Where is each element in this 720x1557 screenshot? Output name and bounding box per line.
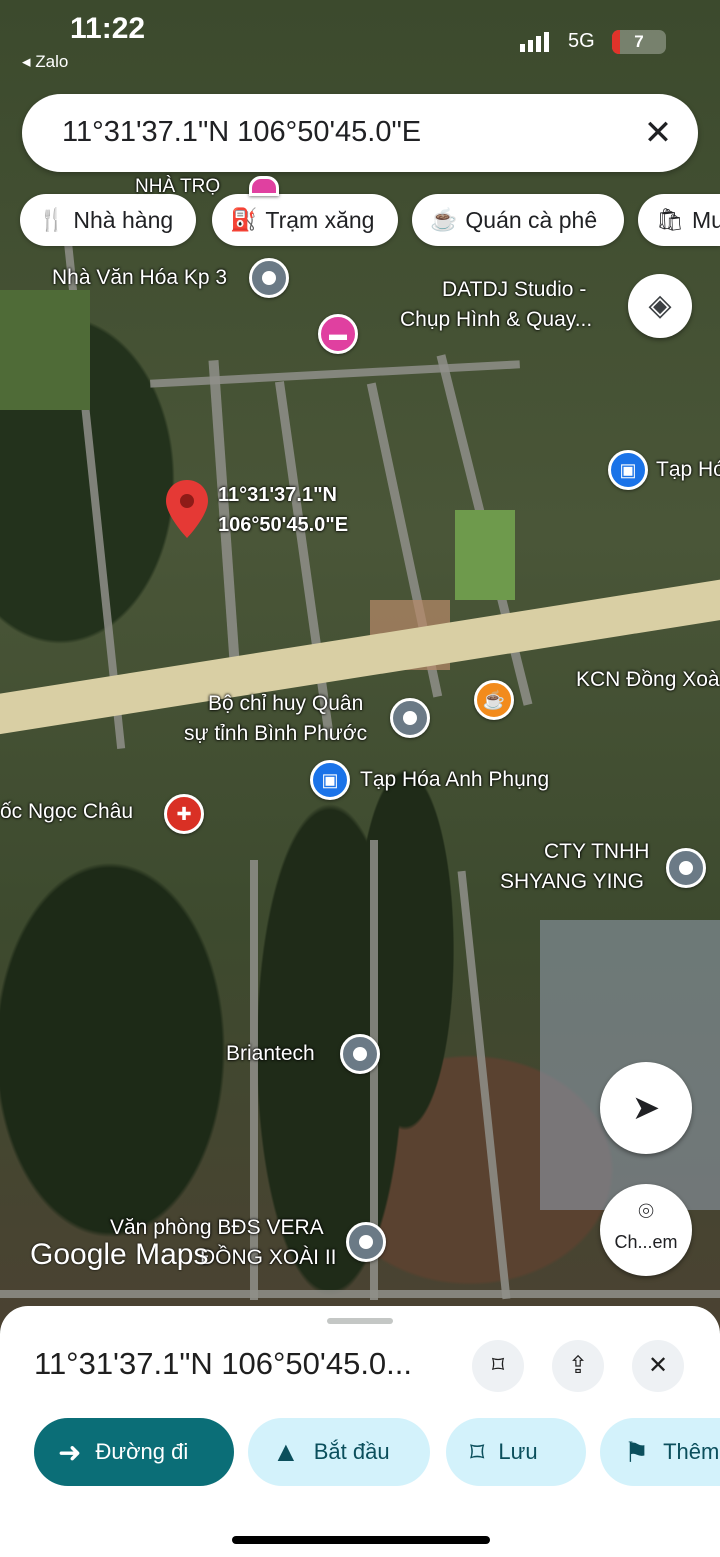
field — [0, 290, 90, 410]
pin-label-lng: 106°50'45.0"E — [218, 514, 349, 536]
camera-lens-icon: ⌾ — [638, 1196, 654, 1226]
place-label[interactable]: Nhà Văn Hóa Kp 3 — [52, 266, 227, 290]
restaurant-icon: 🍴 — [38, 207, 66, 232]
place-label[interactable]: SHYANG YING — [500, 870, 644, 894]
shopping-bag-icon[interactable]: ▣ — [310, 760, 350, 800]
navigation-arrow-icon: ➤ — [631, 1089, 661, 1127]
start-button[interactable]: ▲ Bắt đầu — [248, 1418, 430, 1486]
coffee-icon[interactable]: ☕ — [474, 680, 514, 720]
chip-shopping[interactable]: 🛍 Mu — [638, 194, 720, 246]
place-label[interactable]: KCN Đồng Xoà — [576, 668, 720, 692]
place-label[interactable]: Chụp Hình & Quay... — [400, 308, 592, 332]
close-sheet-button[interactable]: ✕ — [632, 1340, 684, 1392]
action-label: Bắt đầu — [313, 1439, 390, 1464]
place-label[interactable]: Văn phòng BĐS VERA — [110, 1216, 324, 1240]
place-sheet[interactable]: 11°31'37.1"N 106°50'45.0... ⌑ ⇪ ✕ ➜ Đườn… — [0, 1306, 720, 1557]
layers-button[interactable]: ◈ — [628, 274, 692, 338]
chip-label: Nhà hàng — [73, 206, 174, 233]
chip-restaurants[interactable]: 🍴 Nhà hàng — [20, 194, 196, 246]
gas-station-icon: ⛽ — [230, 207, 258, 232]
place-pin-icon[interactable] — [249, 258, 289, 298]
lens-button[interactable]: ⌾ Ch...em — [600, 1184, 692, 1276]
status-bar: 11:22 ◂ Zalo 5G 7 — [0, 0, 720, 80]
directions-icon: ➜ — [58, 1436, 82, 1468]
place-label[interactable]: sự tỉnh Bình Phước — [184, 722, 367, 746]
place-label[interactable]: CTY TNHH — [544, 840, 649, 864]
lens-label: Ch...em — [614, 1232, 678, 1252]
bookmark-icon: ⌑ — [491, 1352, 505, 1379]
place-label[interactable]: ốc Ngọc Châu — [0, 800, 133, 824]
directions-button[interactable]: ➜ Đường đi — [34, 1418, 234, 1486]
hotel-icon[interactable] — [249, 176, 279, 196]
share-button[interactable]: ⇪ — [552, 1340, 604, 1392]
place-label[interactable]: NHÀ TRỌ — [135, 176, 220, 198]
place-label[interactable]: Briantech — [226, 1042, 315, 1066]
chip-gas-stations[interactable]: ⛽ Trạm xăng — [212, 194, 398, 246]
search-bar[interactable]: 11°31'37.1"N 106°50'45.0"E ✕ — [22, 94, 698, 172]
road — [0, 1290, 720, 1298]
place-label[interactable]: ĐỒNG XOÀI II — [200, 1246, 337, 1270]
place-label[interactable]: Bộ chỉ huy Quân — [208, 692, 363, 716]
place-label[interactable]: Tạp Hó — [656, 458, 720, 482]
share-icon: ⇪ — [567, 1352, 589, 1379]
action-label: Đường đi — [95, 1439, 189, 1464]
close-icon: ✕ — [647, 1352, 669, 1379]
bookmark-icon: ⌑ — [470, 1436, 485, 1468]
chip-label: Mu — [691, 206, 720, 233]
search-input[interactable]: 11°31'37.1"N 106°50'45.0"E — [62, 116, 421, 149]
status-time: 11:22 — [70, 12, 146, 45]
hotel-icon[interactable]: ▬ — [318, 314, 358, 354]
place-title: 11°31'37.1"N 106°50'45.0... — [34, 1346, 413, 1381]
my-location-button[interactable]: ➤ — [600, 1062, 692, 1154]
signal-icon — [520, 32, 552, 52]
place-label[interactable]: DATDJ Studio - — [442, 278, 586, 302]
battery-icon: 7 — [612, 30, 666, 54]
road — [457, 870, 511, 1300]
place-pin-icon[interactable] — [346, 1222, 386, 1262]
close-icon[interactable]: ✕ — [636, 111, 680, 155]
pharmacy-icon[interactable]: ✚ — [164, 794, 204, 834]
place-pin-icon[interactable] — [666, 848, 706, 888]
layers-icon: ◈ — [648, 289, 672, 322]
pin-label-lat: 11°31'37.1"N — [218, 484, 337, 506]
network-type: 5G — [568, 30, 595, 52]
coffee-icon: ☕ — [430, 207, 458, 232]
back-to-app-link[interactable]: ◂ Zalo — [22, 52, 68, 72]
action-label: Thêm — [663, 1439, 720, 1464]
place-label[interactable]: Tạp Hóa Anh Phụng — [360, 768, 549, 792]
place-pin-icon[interactable] — [390, 698, 430, 738]
add-button[interactable]: ⚑ Thêm — [600, 1418, 720, 1486]
flag-icon: ⚑ — [624, 1436, 650, 1468]
action-label: Lưu — [498, 1439, 538, 1464]
save-action-button[interactable]: ⌑ Lưu — [446, 1418, 586, 1486]
google-maps-logo: Google Maps — [30, 1238, 209, 1271]
home-indicator[interactable] — [232, 1536, 490, 1544]
chip-label: Quán cà phê — [465, 206, 598, 233]
road — [150, 360, 520, 388]
shopping-bag-icon: 🛍 — [656, 207, 684, 232]
navigation-start-icon: ▲ — [272, 1436, 300, 1467]
shopping-bag-icon[interactable]: ▣ — [608, 450, 648, 490]
football-field — [455, 510, 515, 600]
save-button[interactable]: ⌑ — [472, 1340, 524, 1392]
place-pin-icon[interactable] — [340, 1034, 380, 1074]
chip-coffee[interactable]: ☕ Quán cà phê — [412, 194, 624, 246]
chip-label: Trạm xăng — [265, 206, 375, 233]
dropped-pin-icon[interactable] — [166, 480, 208, 538]
drag-handle[interactable] — [327, 1318, 393, 1324]
